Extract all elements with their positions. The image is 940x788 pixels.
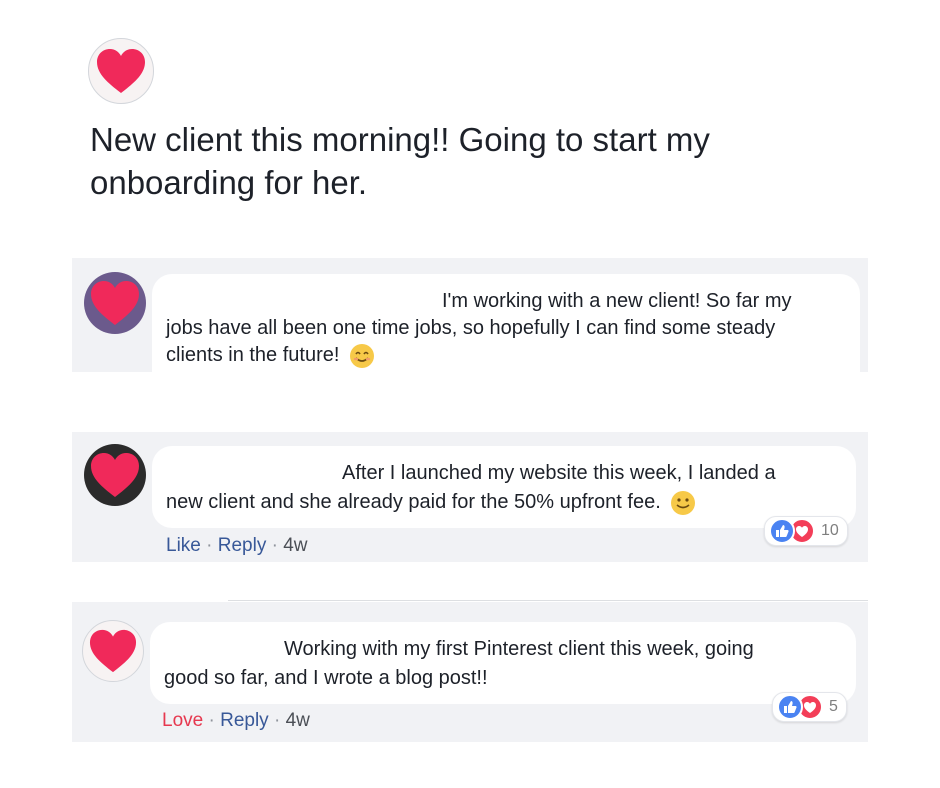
- separator-dot: ·: [273, 710, 281, 731]
- comment-actions: Love · Reply · 4w: [162, 710, 310, 732]
- like-reaction-icon: [777, 694, 803, 720]
- reaction-count: 10: [821, 522, 839, 539]
- comment-text: clients in the future!: [166, 342, 375, 369]
- separator-dot: ·: [206, 535, 213, 556]
- comment-text: I'm working with a new client! So far my: [442, 290, 792, 312]
- reaction-count: 5: [829, 698, 838, 715]
- comment-bubble: I'm working with a new client! So far my…: [152, 274, 860, 372]
- comment-text: good so far, and I wrote a blog post!!: [164, 667, 488, 689]
- heart-icon: [91, 453, 139, 497]
- reactions-summary[interactable]: 5: [772, 692, 847, 722]
- separator-dot: ·: [271, 535, 278, 556]
- separator-dot: ·: [208, 710, 215, 731]
- comment-actions: Like · Reply · 4w: [166, 535, 308, 557]
- like-link[interactable]: Like: [166, 535, 201, 556]
- divider: [228, 600, 868, 601]
- comment-bubble: After I launched my website this week, I…: [152, 446, 856, 528]
- post-text: New client this morning!! Going to start…: [90, 118, 850, 204]
- heart-icon: [97, 49, 145, 93]
- smiling-face-icon: [350, 343, 374, 368]
- comment-text: After I launched my website this week, I…: [342, 462, 776, 484]
- love-link[interactable]: Love: [162, 710, 203, 731]
- comment-timestamp[interactable]: 4w: [283, 535, 307, 556]
- commenter-avatar[interactable]: [82, 620, 144, 682]
- commenter-avatar[interactable]: [84, 444, 146, 506]
- reply-link[interactable]: Reply: [220, 710, 269, 731]
- reactions-summary[interactable]: 10: [764, 516, 848, 546]
- commenter-avatar[interactable]: [84, 272, 146, 334]
- post-text-line: New client this morning!! Going to start…: [90, 121, 710, 158]
- comment-text: new client and she already paid for the …: [166, 489, 696, 516]
- comment-text: jobs have all been one time jobs, so hop…: [166, 317, 776, 339]
- comment-timestamp[interactable]: 4w: [286, 710, 310, 731]
- heart-icon: [91, 281, 139, 325]
- comment-bubble: Working with my first Pinterest client t…: [150, 622, 856, 704]
- heart-icon: [89, 629, 137, 673]
- slight-smile-icon: [671, 490, 696, 515]
- comment-text: Working with my first Pinterest client t…: [284, 638, 754, 660]
- post-author-avatar[interactable]: [88, 38, 154, 104]
- reply-link[interactable]: Reply: [218, 535, 267, 556]
- like-reaction-icon: [769, 518, 795, 544]
- post-text-line: onboarding for her.: [90, 164, 368, 201]
